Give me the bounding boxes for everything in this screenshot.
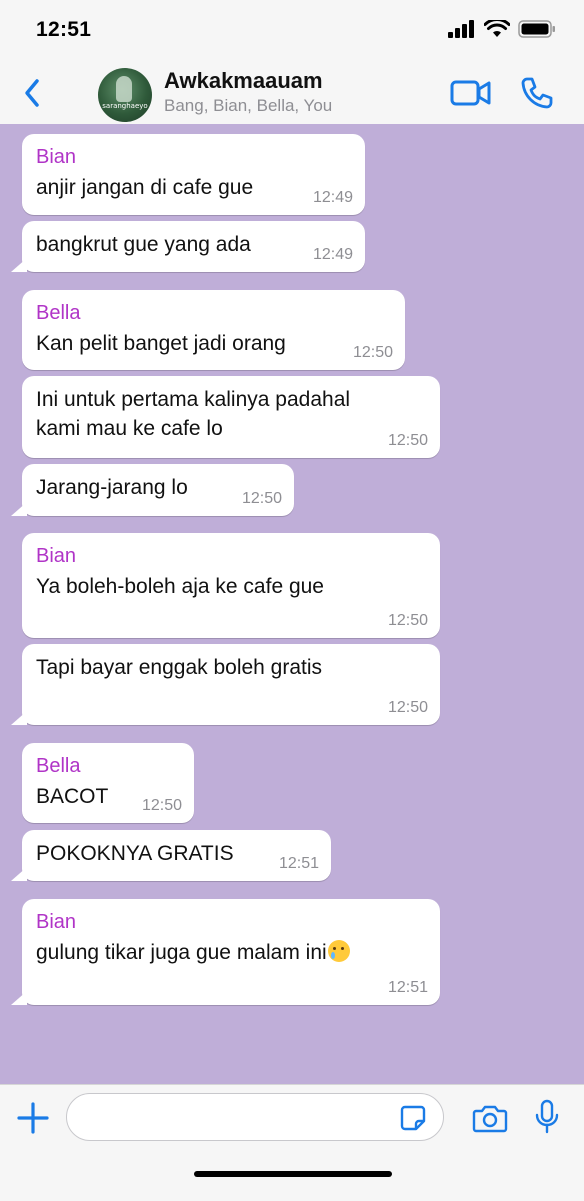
back-chevron-icon[interactable] <box>20 76 44 110</box>
message-text: gulung tikar juga gue malam ini <box>36 938 426 967</box>
message-time: 12:51 <box>278 855 319 872</box>
message-input[interactable] <box>66 1093 444 1141</box>
microphone-icon[interactable] <box>534 1099 560 1135</box>
message-text: Ini untuk pertama kalinya padahal kami m… <box>36 388 351 440</box>
group-avatar[interactable]: saranghaeyo <box>98 68 152 122</box>
message-bubble[interactable]: Bella Kan pelit banget jadi orang 12:50 <box>22 290 405 370</box>
message-bubble[interactable]: Bella BACOT 12:50 <box>22 743 194 823</box>
avatar-figure <box>116 76 132 102</box>
message-bubble[interactable]: Bian gulung tikar juga gue malam ini 12:… <box>11 899 440 1005</box>
message-time: 12:50 <box>387 432 428 449</box>
home-indicator <box>194 1171 392 1177</box>
plus-icon[interactable] <box>16 1101 50 1135</box>
chat-header: saranghaeyo Awkakmaauam Bang, Bian, Bell… <box>0 62 584 125</box>
sender-name: Bian <box>36 911 77 933</box>
sender-name: Bian <box>36 545 77 567</box>
message-time: 12:50 <box>141 797 182 814</box>
group-title[interactable]: Awkakmaauam <box>164 68 323 94</box>
message-bubble[interactable]: Ini untuk pertama kalinya padahal kami m… <box>22 376 440 458</box>
message-bubble[interactable]: bangkrut gue yang ada 12:49 <box>11 221 365 272</box>
sticker-icon[interactable] <box>400 1105 426 1131</box>
sender-name: Bella <box>36 302 81 324</box>
message-time: 12:51 <box>387 979 428 996</box>
message-text: Ya boleh-boleh aja ke cafe gue <box>36 575 324 598</box>
group-members[interactable]: Bang, Bian, Bella, You <box>164 96 332 116</box>
chat-area: Bian anjir jangan di cafe gue 12:49 bang… <box>0 124 584 1084</box>
message-text: Tapi bayar enggak boleh gratis <box>36 656 323 679</box>
message-time: 12:50 <box>241 490 282 507</box>
message-text: Kan pelit banget jadi orang <box>36 332 286 355</box>
message-time: 12:50 <box>387 699 428 716</box>
message-bubble[interactable]: Bian Ya boleh-boleh aja ke cafe gue 12:5… <box>22 533 440 638</box>
sender-name: Bella <box>36 755 81 777</box>
message-time: 12:50 <box>352 344 393 361</box>
message-bubble[interactable]: Tapi bayar enggak boleh gratis 12:50 <box>11 644 440 725</box>
message-text-content: gulung tikar juga gue malam ini <box>36 941 327 964</box>
message-bubble[interactable]: POKOKNYA GRATIS 12:51 <box>11 830 331 881</box>
message-bubble[interactable]: Bian anjir jangan di cafe gue 12:49 <box>22 134 365 215</box>
wifi-icon <box>484 20 510 37</box>
sender-name: Bian <box>36 146 77 168</box>
message-time: 12:50 <box>387 612 428 629</box>
message-text: POKOKNYA GRATIS <box>36 842 234 865</box>
message-text: bangkrut gue yang ada <box>36 233 251 256</box>
message-time: 12:49 <box>312 189 353 206</box>
camera-icon[interactable] <box>472 1103 508 1133</box>
avatar-caption: saranghaeyo <box>102 102 148 110</box>
status-icons <box>448 20 556 38</box>
message-time: 12:49 <box>312 246 353 263</box>
video-call-icon[interactable] <box>450 78 492 108</box>
composer-bar <box>0 1084 584 1201</box>
status-bar: 12:51 <box>0 0 584 62</box>
crying-face-emoji <box>327 940 350 962</box>
signal-icon <box>448 20 474 38</box>
phone-call-icon[interactable] <box>520 76 554 110</box>
message-text: anjir jangan di cafe gue <box>36 176 254 199</box>
status-time: 12:51 <box>36 18 92 41</box>
message-bubble[interactable]: Jarang-jarang lo 12:50 <box>11 464 294 516</box>
battery-icon <box>518 20 555 38</box>
